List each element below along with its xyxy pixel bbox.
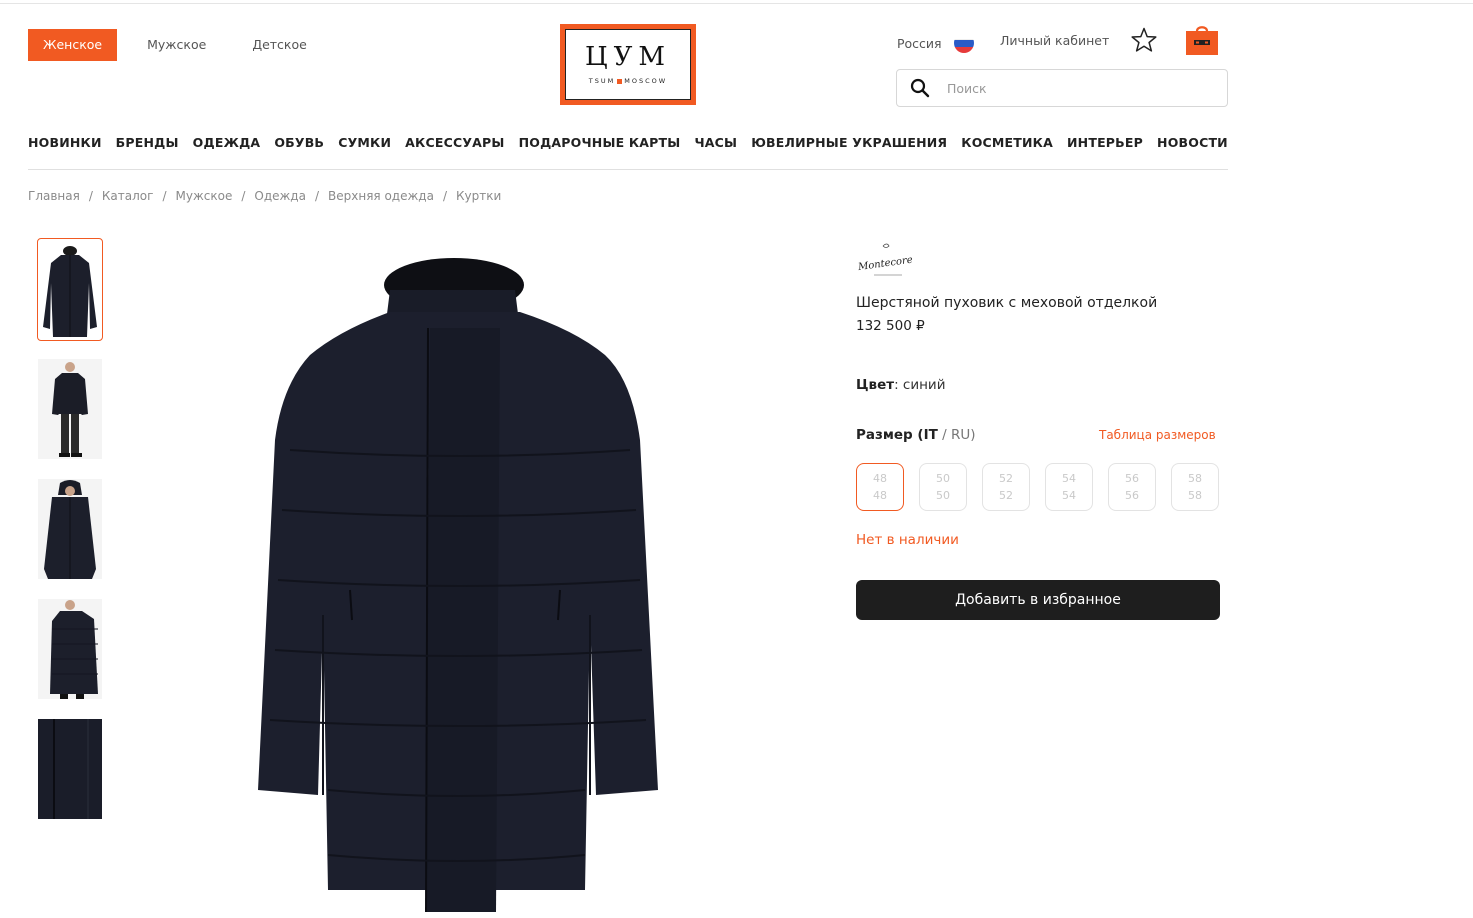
brand-logo-text: Montecore [856, 255, 913, 274]
tsum-logo[interactable]: ЦУМ TSUM MOSCOW [560, 24, 696, 105]
color-info: Цвет: синий [856, 377, 945, 393]
account-link[interactable]: Личный кабинет [1000, 33, 1109, 48]
tab-men[interactable]: Мужское [132, 29, 221, 61]
logo-subtitle: TSUM MOSCOW [589, 77, 667, 85]
search-icon [910, 78, 930, 98]
model-side-thumbnail [38, 599, 102, 699]
size-label-rest: / RU) [937, 427, 976, 443]
size-option-58[interactable]: 58 58 [1171, 463, 1219, 511]
logo-dot [617, 78, 623, 84]
gender-tabs: Женское Мужское Детское [28, 29, 322, 61]
tab-women[interactable]: Женское [28, 29, 118, 61]
breadcrumb-men[interactable]: Мужское [175, 189, 232, 203]
coat-front-thumbnail [43, 246, 97, 337]
breadcrumb: Главная / Каталог / Мужское / Одежда / Верхн… [28, 189, 502, 203]
size-selector: 48 48 50 50 52 52 54 54 56 56 58 58 [856, 463, 1234, 511]
breadcrumb-outerwear[interactable]: Верхняя одежда [328, 189, 434, 203]
thumbnail-3[interactable] [38, 479, 102, 579]
logo-frame: ЦУМ TSUM MOSCOW [565, 29, 691, 100]
size-chart-link[interactable]: Таблица размеров [1099, 428, 1216, 442]
size-heading: Размер (IT / RU) [856, 427, 975, 443]
size-option-56[interactable]: 56 56 [1108, 463, 1156, 511]
thumbnail-2[interactable] [38, 359, 102, 459]
thumbnail-4[interactable] [38, 599, 102, 699]
nav-bags[interactable]: СУМКИ [338, 135, 391, 150]
breadcrumb-jackets[interactable]: Куртки [456, 189, 501, 203]
main-product-image[interactable] [230, 250, 680, 918]
tab-kids[interactable]: Детское [237, 29, 322, 61]
nav-jewelry[interactable]: ЮВЕЛИРНЫЕ УКРАШЕНИЯ [751, 135, 947, 150]
favorites-star-icon[interactable] [1131, 27, 1157, 53]
nav-accessories[interactable]: АКСЕССУАРЫ [405, 135, 504, 150]
country-label: Россия [897, 35, 942, 51]
nav-gift-cards[interactable]: ПОДАРОЧНЫЕ КАРТЫ [519, 135, 681, 150]
breadcrumb-catalog[interactable]: Каталог [102, 189, 154, 203]
color-label: Цвет [856, 377, 895, 393]
country-selector[interactable]: Россия [897, 33, 974, 53]
logo-sub-right: MOSCOW [624, 77, 668, 85]
main-nav: НОВИНКИ БРЕНДЫ ОДЕЖДА ОБУВЬ СУМКИ АКСЕСС… [28, 135, 1228, 150]
nav-watches[interactable]: ЧАСЫ [694, 135, 737, 150]
logo-letters: ЦУМ [584, 42, 672, 72]
availability-status: Нет в наличии [856, 532, 959, 548]
model-front-thumbnail [38, 359, 102, 459]
nav-interior[interactable]: ИНТЕРЬЕР [1067, 135, 1143, 150]
brand-logo[interactable]: Montecore [856, 240, 920, 280]
search-box[interactable] [896, 69, 1228, 107]
thumbnail-1[interactable] [37, 238, 103, 341]
fabric-detail-thumbnail [38, 719, 102, 819]
size-option-52[interactable]: 52 52 [982, 463, 1030, 511]
model-hood-thumbnail [38, 479, 102, 579]
search-input[interactable] [947, 80, 1197, 96]
breadcrumb-clothing[interactable]: Одежда [254, 189, 306, 203]
nav-shoes[interactable]: ОБУВЬ [274, 135, 324, 150]
size-label: Размер (IT [856, 427, 938, 443]
size-option-54[interactable]: 54 54 [1045, 463, 1093, 511]
size-option-50[interactable]: 50 50 [919, 463, 967, 511]
color-value: : синий [894, 377, 946, 393]
top-divider [0, 3, 1473, 4]
nav-cosmetics[interactable]: КОСМЕТИКА [961, 135, 1053, 150]
nav-divider [28, 169, 1228, 170]
nav-news[interactable]: НОВОСТИ [1157, 135, 1228, 150]
add-to-favorites-button[interactable]: Добавить в избранное [856, 580, 1220, 620]
size-option-48[interactable]: 48 48 [856, 463, 904, 511]
product-title: Шерстяной пуховик с меховой отделкой [856, 295, 1158, 311]
breadcrumb-home[interactable]: Главная [28, 189, 80, 203]
product-price: 132 500 ₽ [856, 318, 925, 334]
nav-new[interactable]: НОВИНКИ [28, 135, 102, 150]
nav-brands[interactable]: БРЕНДЫ [116, 135, 179, 150]
shopping-bag-icon[interactable] [1185, 22, 1219, 56]
nav-clothing[interactable]: ОДЕЖДА [193, 135, 261, 150]
thumbnail-5[interactable] [38, 719, 102, 819]
russia-flag-icon [953, 33, 974, 53]
logo-sub-left: TSUM [588, 77, 616, 85]
